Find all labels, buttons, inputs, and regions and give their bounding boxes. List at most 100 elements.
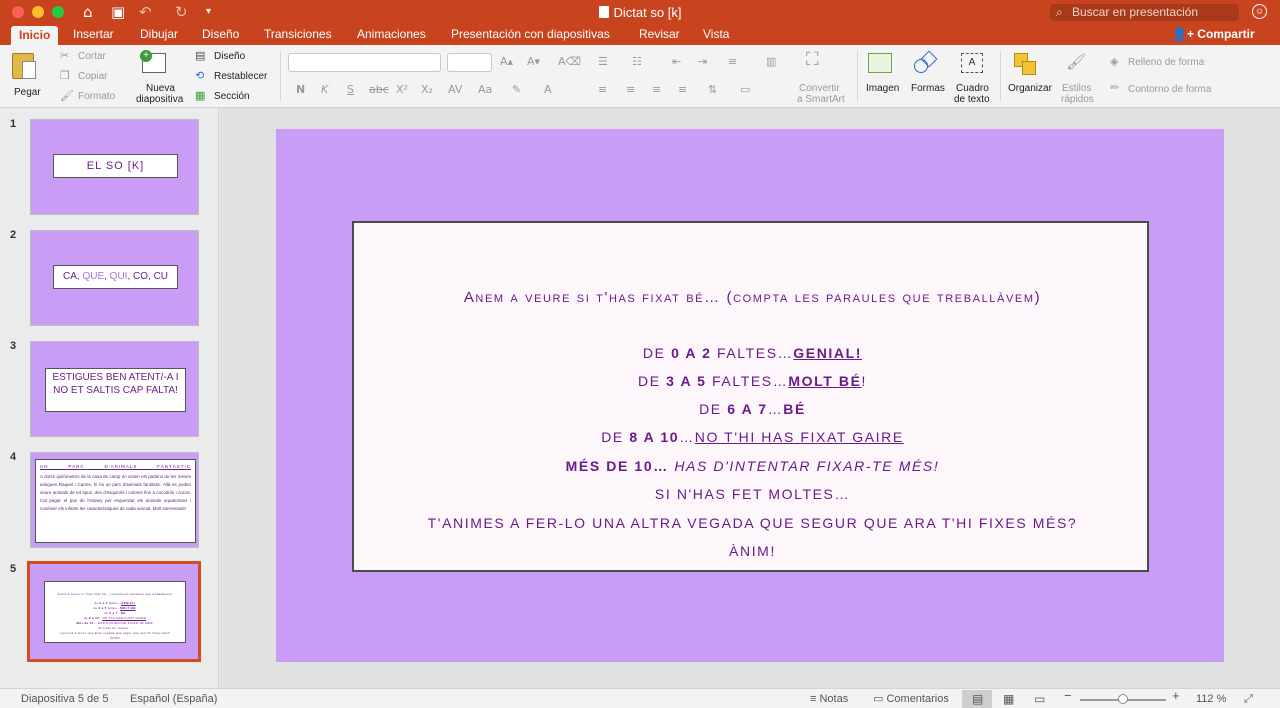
font-color-icon[interactable]: A (544, 83, 552, 97)
comments-icon: ▭ (873, 693, 884, 705)
slide-line-many: Si n'has fet moltes… (654, 486, 851, 502)
text-box-icon: A (961, 53, 983, 73)
section-button[interactable]: Sección (214, 91, 250, 102)
tab-presentacion[interactable]: Presentación con diapositivas (451, 27, 610, 42)
arrange-button[interactable]: Organizar (1008, 83, 1052, 94)
tab-insertar[interactable]: Insertar (73, 27, 114, 42)
slide-thumbnail-1[interactable]: EL SO [K] (30, 119, 199, 215)
notes-button[interactable]: ≡ Notas (810, 693, 848, 705)
format-painter-button[interactable]: Formato (78, 91, 115, 102)
bold-button[interactable]: N (296, 83, 305, 97)
tab-vista[interactable]: Vista (703, 27, 729, 42)
convert-smartart-button[interactable]: Convertir (799, 83, 840, 94)
align-left-icon[interactable]: ≡ (598, 83, 607, 97)
copy-icon: ❐ (60, 69, 70, 82)
zoom-slider-handle[interactable] (1118, 694, 1128, 704)
text-direction-icon[interactable]: ⇅ (708, 83, 717, 97)
slide-thumbnail-3[interactable]: ESTIGUES BEN ATENT/-A I NO ET SALTIS CAP… (30, 341, 199, 437)
subscript-button[interactable]: X₂ (421, 83, 433, 97)
paste-button[interactable]: Pegar (8, 49, 48, 101)
align-right-icon[interactable]: ≡ (652, 83, 661, 97)
normal-view-icon: ▤ (972, 692, 984, 706)
quick-styles-button[interactable]: Estilos (1062, 83, 1091, 94)
cut-button[interactable]: Cortar (78, 51, 106, 62)
font-family-select[interactable] (288, 53, 441, 72)
ribbon-tabs: Inicio Insertar Dibujar Diseño Transicio… (0, 24, 1280, 45)
share-button[interactable]: 👤+ Compartir (1172, 27, 1255, 41)
align-center-icon[interactable]: ≡ (626, 83, 635, 97)
separator (280, 51, 281, 101)
shape-fill-button[interactable]: Relleno de forma (1128, 57, 1204, 68)
font-size-select[interactable] (447, 53, 492, 72)
underline-button[interactable]: S (347, 83, 354, 97)
grow-font-icon[interactable]: A▴ (500, 55, 513, 69)
shapes-icon (914, 50, 938, 73)
char-spacing-icon[interactable]: AV (448, 83, 462, 97)
slide-line-8-10: de 8 a 10…NO T'HI HAS FIXAT GAIRE (601, 429, 904, 445)
thumbnail-text-box: UN PARC D'ANIMALS FANTÀSTIC A dotze quil… (35, 459, 196, 543)
italic-button[interactable]: K (321, 83, 328, 97)
thumbnail-title-box: CA, QUE, QUI, CO, CU (53, 265, 178, 289)
shape-fill-icon: ◈ (1110, 55, 1119, 68)
shape-outline-button[interactable]: Contorno de forma (1128, 84, 1211, 95)
bullets-icon[interactable]: ☰ (598, 55, 608, 69)
new-slide-button[interactable]: + Nueva diapositiva (136, 49, 186, 105)
slide-sorter-button[interactable]: ▦ (995, 690, 1025, 708)
reading-view-button[interactable]: ▭ (1028, 690, 1058, 708)
tab-animaciones[interactable]: Animaciones (357, 27, 426, 42)
tab-diseno[interactable]: Diseño (202, 27, 239, 42)
zoom-out-icon[interactable]: − (1064, 689, 1072, 702)
layout-button[interactable]: Diseño (214, 51, 245, 62)
tab-dibujar[interactable]: Dibujar (140, 27, 178, 42)
highlight-icon[interactable]: ✎ (512, 83, 521, 97)
align-text-icon[interactable]: ▭ (740, 83, 750, 97)
plus-icon: + (140, 50, 152, 62)
slide-line-retry: t'animes a fer-lo una altra vegada que s… (427, 515, 1078, 531)
columns-icon[interactable]: ▥ (766, 55, 776, 69)
justify-icon[interactable]: ≡ (678, 83, 687, 97)
numbering-icon[interactable]: ☷ (632, 55, 642, 69)
superscript-button[interactable]: X² (396, 83, 408, 97)
thumbnail-title-box: ESTIGUES BEN ATENT/-A I NO ET SALTIS CAP… (45, 368, 186, 412)
slide-text-box[interactable]: Anem a veure si t'has fixat bé… (compta … (352, 221, 1149, 572)
feedback-smiley-icon[interactable]: ☺ (1252, 4, 1267, 19)
slide-thumbnail-5[interactable]: Anem a veure si t'has fixat bé… (compta … (27, 561, 201, 662)
zoom-in-icon[interactable]: + (1172, 689, 1180, 702)
tab-inicio[interactable]: Inicio (11, 26, 59, 45)
thumbnail-number: 5 (10, 563, 17, 575)
change-case-icon[interactable]: Aa (478, 83, 492, 97)
comments-button[interactable]: ▭ Comentarios (873, 693, 949, 705)
shapes-button[interactable]: Formas (911, 83, 945, 94)
reading-view-icon: ▭ (1034, 692, 1046, 706)
clear-format-icon[interactable]: A⌫ (558, 55, 581, 69)
smartart-icon: ⛶ (806, 49, 819, 70)
copy-button[interactable]: Copiar (78, 71, 107, 82)
document-icon (598, 6, 609, 18)
shrink-font-icon[interactable]: A▾ (527, 55, 540, 69)
picture-button[interactable]: Imagen (866, 83, 899, 94)
fit-to-window-icon[interactable]: ⤢ (1244, 693, 1253, 705)
section-icon: ▦ (195, 89, 206, 102)
line-spacing-icon[interactable]: ≡ (728, 55, 737, 69)
slide-thumbnail-2[interactable]: CA, QUE, QUI, CO, CU (30, 230, 199, 326)
tab-revisar[interactable]: Revisar (639, 27, 680, 42)
format-painter-icon: 🖌 (60, 89, 74, 102)
search-input[interactable]: ⌕ Buscar en presentación (1050, 4, 1239, 21)
tab-transiciones[interactable]: Transiciones (264, 27, 332, 42)
separator (1000, 51, 1001, 101)
arrange-icon (1014, 53, 1038, 75)
normal-view-button[interactable]: ▤ (962, 690, 992, 708)
language-indicator[interactable]: Español (España) (130, 693, 217, 705)
thumbnail-text-box: Anem a veure si t'has fixat bé… (compta … (44, 581, 186, 643)
text-box-button[interactable]: Cuadro (956, 83, 989, 94)
reset-button[interactable]: Restablecer (214, 71, 267, 82)
cut-icon: ✂ (60, 49, 70, 62)
reset-icon: ⟲ (195, 69, 205, 82)
increase-indent-icon[interactable]: ⇥ (698, 55, 707, 69)
slide-line-more-10: Més de 10… HAS D'INTENTAR FIXAR-TE MÉS! (565, 458, 940, 474)
strikethrough-button[interactable]: abc (369, 83, 389, 97)
paper-icon (22, 61, 36, 79)
slide-thumbnail-4[interactable]: UN PARC D'ANIMALS FANTÀSTIC A dotze quil… (30, 452, 199, 548)
slide-counter: Diapositiva 5 de 5 (21, 693, 109, 705)
decrease-indent-icon[interactable]: ⇤ (672, 55, 681, 69)
